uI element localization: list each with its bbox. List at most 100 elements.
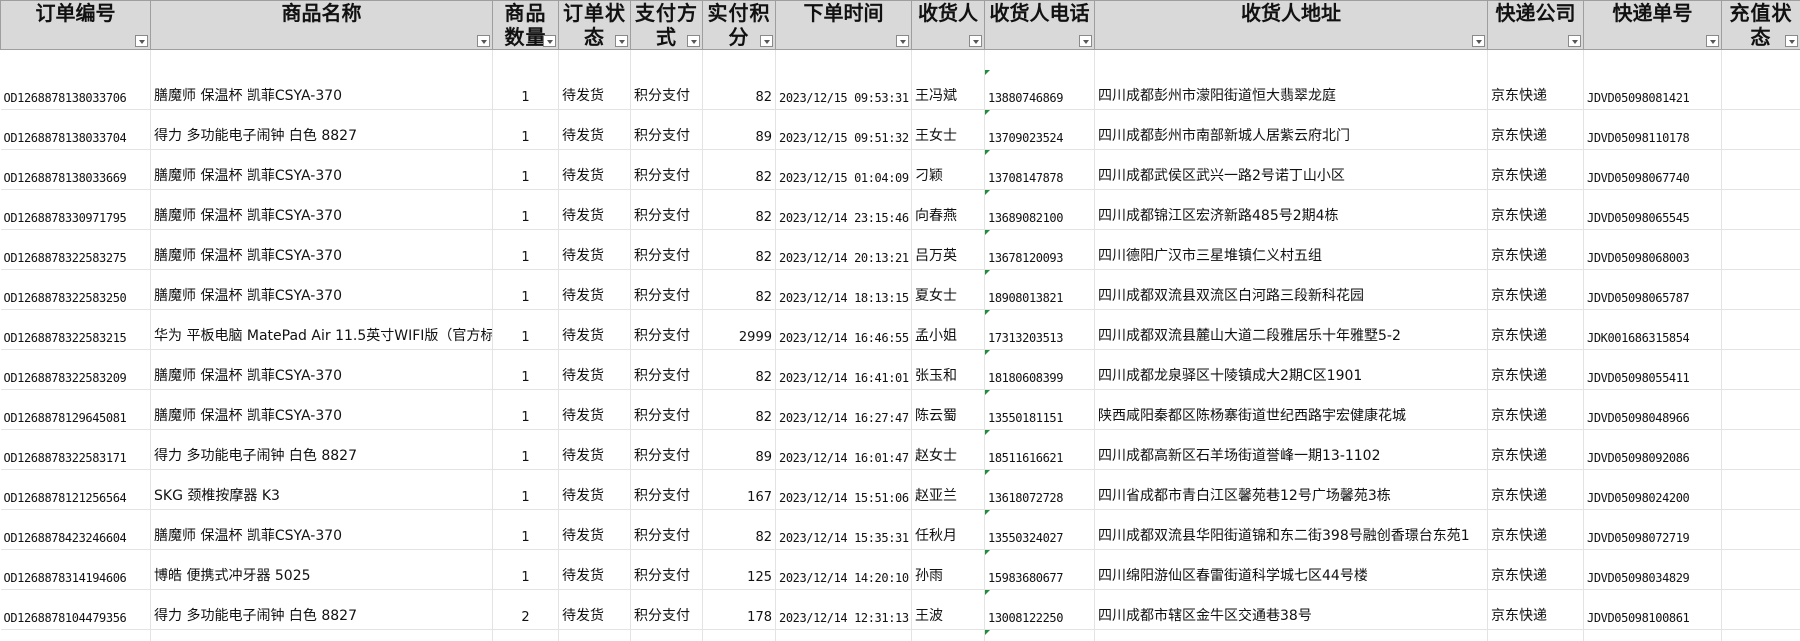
cell-order-id[interactable]: OD1268878322583275 xyxy=(0,229,151,270)
cell-payment-method[interactable]: 积分支付 xyxy=(630,229,703,270)
cell-payment-method[interactable]: 积分支付 xyxy=(630,149,703,190)
cell-tracking-number[interactable]: JDVD05098048966 xyxy=(1583,389,1722,430)
cell-recharge-status[interactable] xyxy=(1721,309,1800,350)
cell-recharge-status[interactable] xyxy=(1721,189,1800,230)
cell-recipient[interactable]: 谭娟 xyxy=(911,629,985,641)
cell-quantity[interactable]: 1 xyxy=(492,229,559,270)
cell-order-id[interactable]: OD1268878423246604 xyxy=(0,509,151,550)
cell-order-id[interactable]: OD1268878322583209 xyxy=(0,349,151,390)
empty-cell[interactable] xyxy=(984,49,1095,70)
cell-recharge-status[interactable] xyxy=(1721,469,1800,510)
cell-order-status[interactable]: 待发货 xyxy=(558,189,631,230)
cell-order-status[interactable]: 待发货 xyxy=(558,429,631,470)
cell-courier[interactable]: 京东快递 xyxy=(1487,549,1584,590)
header-quantity[interactable]: 商品数量 xyxy=(492,0,559,50)
cell-product-name[interactable]: 膳魔师 保温杯 凯菲CSYA-370 xyxy=(150,509,493,550)
cell-courier[interactable]: 京东快递 xyxy=(1487,389,1584,430)
empty-cell[interactable] xyxy=(1583,49,1722,70)
cell-order-status[interactable]: 待发货 xyxy=(558,229,631,270)
cell-recharge-status[interactable] xyxy=(1721,629,1800,641)
cell-tracking-number[interactable]: JDVD05098092086 xyxy=(1583,429,1722,470)
cell-quantity[interactable]: 1 xyxy=(492,109,559,150)
header-recharge-status[interactable]: 充值状态 xyxy=(1721,0,1800,50)
cell-recipient[interactable]: 赵女士 xyxy=(911,429,985,470)
cell-tracking-number[interactable]: JDVD05098067740 xyxy=(1583,149,1722,190)
cell-order-status[interactable]: 待发货 xyxy=(558,269,631,310)
cell-product-name[interactable]: 膳魔师 保温杯 凯菲CSYA-370 xyxy=(150,629,493,641)
filter-dropdown-icon[interactable] xyxy=(1472,35,1485,47)
cell-points-paid[interactable]: 125 xyxy=(702,549,776,590)
cell-product-name[interactable]: 膳魔师 保温杯 凯菲CSYA-370 xyxy=(150,189,493,230)
cell-order-status[interactable]: 待发货 xyxy=(558,509,631,550)
cell-order-time[interactable]: 2023/12/14 16:41:01 xyxy=(775,349,912,390)
cell-order-status[interactable]: 待发货 xyxy=(558,549,631,590)
cell-order-time[interactable]: 2023/12/14 16:01:47 xyxy=(775,429,912,470)
empty-cell[interactable] xyxy=(775,49,912,70)
cell-recipient-address[interactable]: 四川成都青白江区凤祥大道550东升门窗 xyxy=(1094,629,1488,641)
cell-recipient[interactable]: 王波 xyxy=(911,589,985,630)
cell-order-status[interactable]: 待发货 xyxy=(558,469,631,510)
cell-tracking-number[interactable]: JDK001686315854 xyxy=(1583,309,1722,350)
cell-tracking-number[interactable]: JDVD05098068003 xyxy=(1583,229,1722,270)
cell-recharge-status[interactable] xyxy=(1721,269,1800,310)
cell-order-status[interactable]: 待发货 xyxy=(558,629,631,641)
cell-recipient-address[interactable]: 四川成都市辖区金牛区交通巷38号 xyxy=(1094,589,1488,630)
cell-points-paid[interactable]: 82 xyxy=(702,269,776,310)
cell-product-name[interactable]: 膳魔师 保温杯 凯菲CSYA-370 xyxy=(150,389,493,430)
cell-order-time[interactable]: 2023/12/14 20:13:21 xyxy=(775,229,912,270)
cell-recipient-address[interactable]: 四川成都双流县麓山大道二段雅居乐十年雅墅5-2 xyxy=(1094,309,1488,350)
cell-points-paid[interactable]: 82 xyxy=(702,69,776,110)
cell-payment-method[interactable]: 积分支付 xyxy=(630,589,703,630)
cell-recipient-address[interactable]: 陕西咸阳秦都区陈杨寨街道世纪西路宇宏健康花城 xyxy=(1094,389,1488,430)
cell-payment-method[interactable]: 积分支付 xyxy=(630,189,703,230)
filter-dropdown-icon[interactable] xyxy=(1706,35,1719,47)
cell-quantity[interactable]: 1 xyxy=(492,149,559,190)
cell-product-name[interactable]: 得力 多功能电子闹钟 白色 8827 xyxy=(150,589,493,630)
cell-courier[interactable]: 京东快递 xyxy=(1487,429,1584,470)
cell-recharge-status[interactable] xyxy=(1721,549,1800,590)
cell-tracking-number[interactable]: JDVD05098034829 xyxy=(1583,549,1722,590)
cell-quantity[interactable]: 1 xyxy=(492,549,559,590)
filter-dropdown-icon[interactable] xyxy=(477,35,490,47)
cell-recipient[interactable]: 张玉和 xyxy=(911,349,985,390)
cell-courier[interactable]: 京东快递 xyxy=(1487,189,1584,230)
cell-product-name[interactable]: SKG 颈椎按摩器 K3 xyxy=(150,469,493,510)
cell-product-name[interactable]: 华为 平板电脑 MatePad Air 11.5英寸WIFI版（官方标配 xyxy=(150,309,493,350)
cell-recharge-status[interactable] xyxy=(1721,389,1800,430)
cell-recharge-status[interactable] xyxy=(1721,589,1800,630)
cell-recipient[interactable]: 任秋月 xyxy=(911,509,985,550)
header-courier[interactable]: 快递公司 xyxy=(1487,0,1584,50)
cell-order-time[interactable]: 2023/12/14 15:35:31 xyxy=(775,509,912,550)
cell-courier[interactable]: 京东快递 xyxy=(1487,629,1584,641)
cell-order-time[interactable]: 2023/12/15 09:53:31 xyxy=(775,69,912,110)
cell-recipient[interactable]: 王冯斌 xyxy=(911,69,985,110)
cell-recipient-phone[interactable]: 13880746869 xyxy=(984,69,1095,110)
cell-recipient-address[interactable]: 四川成都彭州市濛阳街道恒大翡翠龙庭 xyxy=(1094,69,1488,110)
cell-order-time[interactable]: 2023/12/14 15:51:06 xyxy=(775,469,912,510)
cell-recipient-phone[interactable]: 13689082100 xyxy=(984,189,1095,230)
cell-order-status[interactable]: 待发货 xyxy=(558,149,631,190)
cell-quantity[interactable]: 1 xyxy=(492,309,559,350)
cell-courier[interactable]: 京东快递 xyxy=(1487,229,1584,270)
cell-tracking-number[interactable]: JDVD05098081421 xyxy=(1583,69,1722,110)
cell-quantity[interactable]: 2 xyxy=(492,589,559,630)
cell-order-time[interactable]: 2023/12/14 16:27:47 xyxy=(775,389,912,430)
empty-cell[interactable] xyxy=(702,49,776,70)
header-tracking-number[interactable]: 快递单号 xyxy=(1583,0,1722,50)
cell-order-time[interactable]: 2023/12/15 01:04:09 xyxy=(775,149,912,190)
cell-recipient-address[interactable]: 四川成都双流县双流区白河路三段新科花园 xyxy=(1094,269,1488,310)
cell-order-status[interactable]: 待发货 xyxy=(558,389,631,430)
cell-product-name[interactable]: 得力 多功能电子闹钟 白色 8827 xyxy=(150,109,493,150)
cell-tracking-number[interactable]: JDVD05098100861 xyxy=(1583,589,1722,630)
cell-order-id[interactable]: OD1268878322583171 xyxy=(0,429,151,470)
cell-recipient-phone[interactable]: 13618072728 xyxy=(984,469,1095,510)
cell-points-paid[interactable]: 164 xyxy=(702,629,776,641)
empty-cell[interactable] xyxy=(1094,49,1488,70)
cell-quantity[interactable]: 1 xyxy=(492,269,559,310)
cell-payment-method[interactable]: 积分支付 xyxy=(630,549,703,590)
cell-courier[interactable]: 京东快递 xyxy=(1487,469,1584,510)
empty-cell[interactable] xyxy=(911,49,985,70)
cell-points-paid[interactable]: 82 xyxy=(702,349,776,390)
cell-points-paid[interactable]: 82 xyxy=(702,509,776,550)
cell-order-time[interactable]: 2023/12/14 14:20:10 xyxy=(775,549,912,590)
